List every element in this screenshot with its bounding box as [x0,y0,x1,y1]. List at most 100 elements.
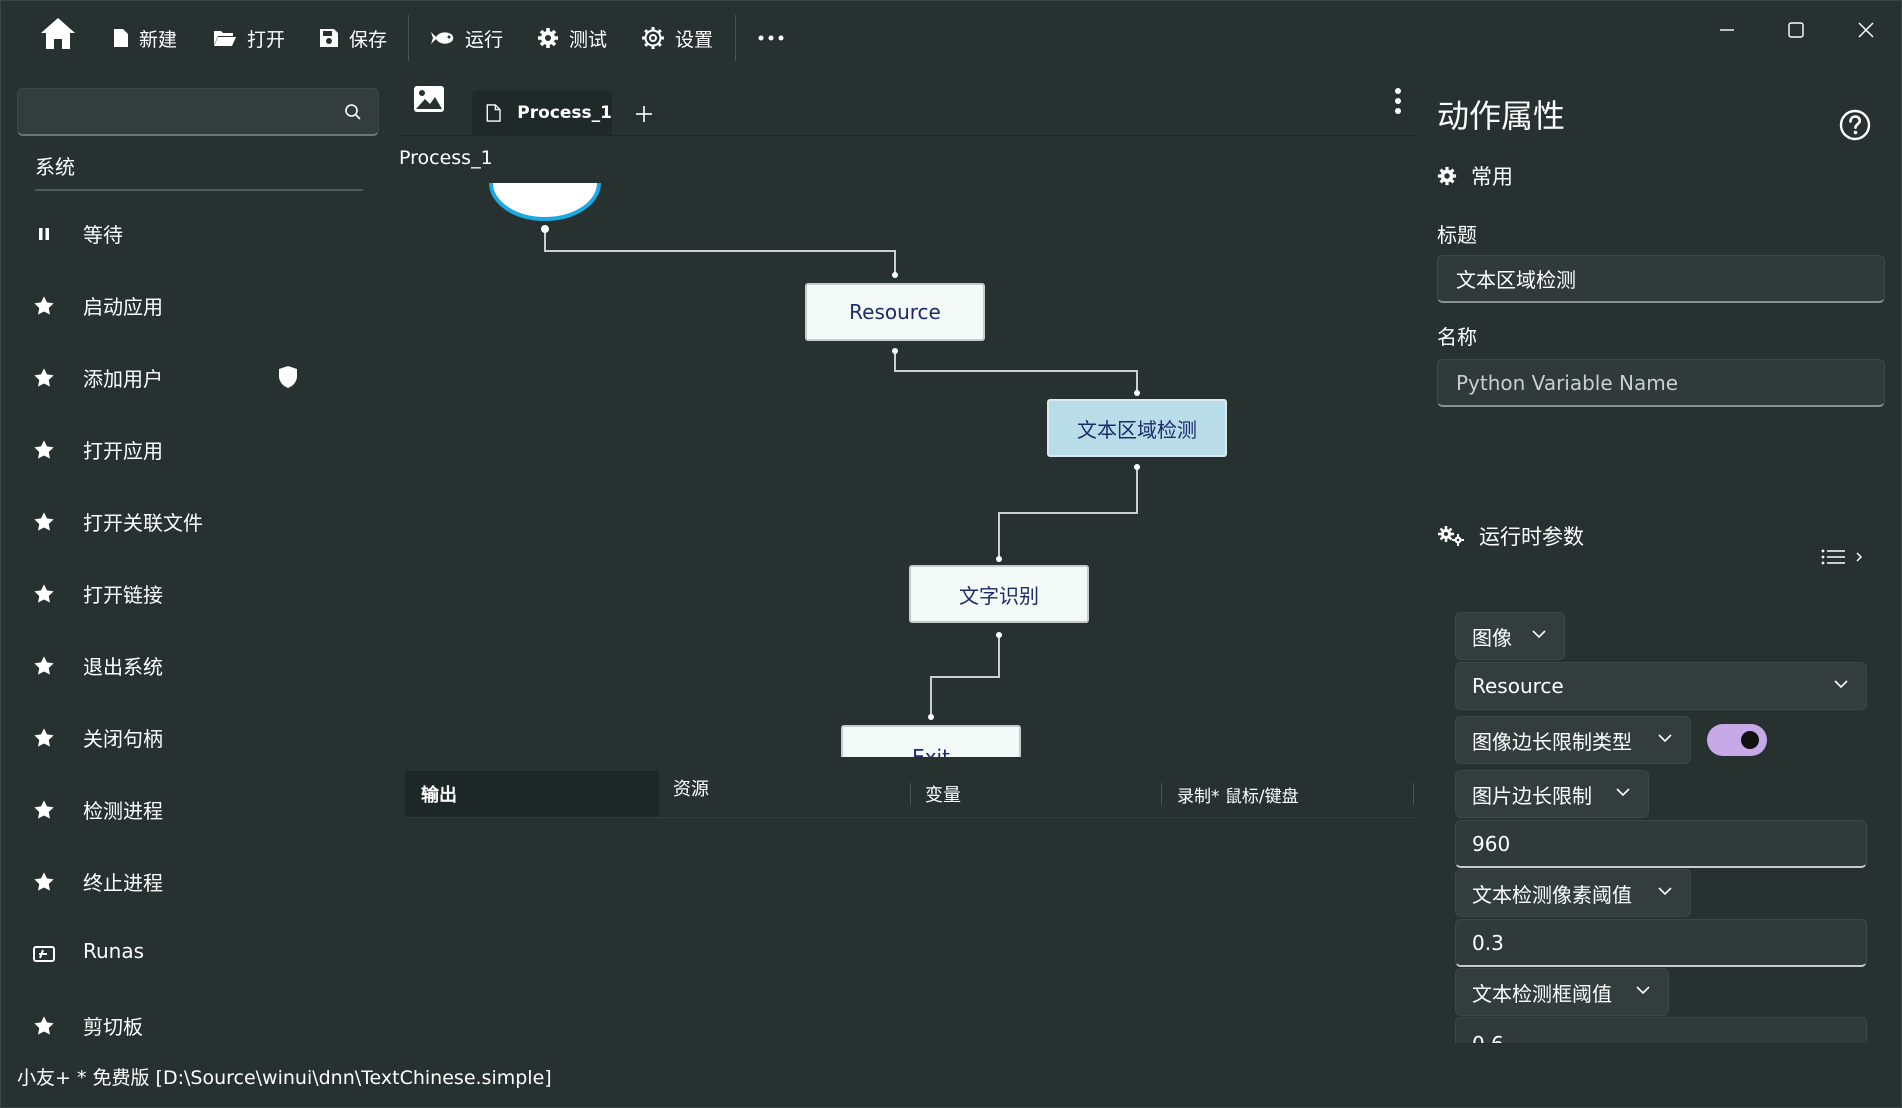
star-icon [31,437,57,463]
sidebar-section-title: 系统 [35,155,75,179]
flow-node-text-area-detect[interactable]: 文本区域检测 [1047,399,1227,457]
sidebar-item-terminate-process[interactable]: 终止进程 [1,851,381,911]
list-view-button[interactable] [1821,547,1865,571]
minimize-icon [1720,29,1734,31]
sidebar-item-add-user[interactable]: 添加用户 [1,347,381,407]
sidebar-item-label: 检测进程 [83,799,163,823]
resource-select[interactable]: Resource [1455,662,1867,710]
plus-icon [636,106,652,122]
minimize-button[interactable] [1710,13,1744,47]
tab-separator [910,783,911,805]
flow-node-text-recognition[interactable]: 文字识别 [909,565,1089,623]
edge-limit-type-toggle[interactable] [1707,724,1767,756]
sidebar-item-label: 打开应用 [83,439,163,463]
test-label: 测试 [569,28,608,51]
flow-node-resource[interactable]: Resource [805,283,985,341]
sidebar-item-label: 打开关联文件 [83,511,203,535]
sidebar-item-exit-system[interactable]: 退出系统 [1,635,381,695]
sidebar-item-open-associated-file[interactable]: 打开关联文件 [1,491,381,551]
connector-start-resource [544,229,896,275]
pause-icon [31,221,57,247]
box-threshold-label: 文本检测框阈值 [1472,981,1612,1006]
star-icon [31,725,57,751]
sidebar-item-detect-process[interactable]: 检测进程 [1,779,381,839]
toggle-knob [1741,731,1759,749]
image-icon [414,86,444,112]
sidebar-item-clipboard[interactable]: 剪切板 [1,995,381,1055]
edge-limit-type-dropdown[interactable]: 图像边长限制类型 [1455,716,1691,764]
sidebar-item-label: 添加用户 [83,367,163,391]
edge-limit-input[interactable]: 960 [1455,820,1867,868]
open-button[interactable]: 打开 [213,21,285,55]
resource-select-value: Resource [1472,674,1564,698]
name-field[interactable]: Python Variable Name [1437,359,1885,407]
flow-canvas[interactable]: Resource 文本区域检测 文字识别 Exit [399,183,1417,757]
cogs-icon [1438,526,1464,546]
tab-record[interactable]: 录制* 鼠标/键盘 [1177,771,1407,817]
start-node[interactable] [489,183,601,221]
home-icon [41,18,75,49]
status-bar: 小友+ * 免费版 [D:\Source\winui\dnn\TextChine… [17,1067,552,1089]
more-button[interactable] [757,21,785,55]
help-icon [1839,109,1871,141]
tab-resources[interactable]: 资源 [673,765,893,811]
panel-title: 动作属性 [1437,97,1566,135]
tab-process-1[interactable]: Process_1 [472,90,612,136]
sidebar-item-close-handle[interactable]: 关闭句柄 [1,707,381,767]
sidebar-item-launch-app[interactable]: 启动应用 [1,275,381,335]
open-label: 打开 [247,28,286,51]
new-button[interactable]: 新建 [113,21,177,55]
sidebar-item-label: 剪切板 [83,1015,143,1039]
chevron-down-icon [1616,788,1630,797]
shield-icon [277,365,299,393]
flow-node-exit[interactable]: Exit [841,725,1021,757]
image-dropdown[interactable]: 图像 [1455,612,1565,660]
home-button[interactable] [39,17,77,51]
save-button[interactable]: 保存 [319,21,387,55]
sidebar-item-open-app[interactable]: 打开应用 [1,419,381,479]
new-file-icon [114,29,128,47]
search-input[interactable] [28,97,332,127]
sidebar-item-runas[interactable]: Runas [1,923,381,983]
maximize-button[interactable] [1779,13,1813,47]
pixel-threshold-input[interactable]: 0.3 [1455,919,1867,967]
box-threshold-clip: 0.6 [1455,1017,1867,1043]
star-icon [31,869,57,895]
sidebar-item-wait[interactable]: 等待 [1,203,381,263]
common-section-label: 常用 [1471,165,1513,189]
port-dot [996,556,1002,562]
search-box[interactable] [17,88,379,136]
tab-strip-divider [399,135,1417,136]
sidebar-item-open-link[interactable]: 打开链接 [1,563,381,623]
folder-open-icon [214,31,236,46]
box-threshold-dropdown[interactable]: 文本检测框阈值 [1455,968,1669,1016]
settings-button[interactable]: 设置 [641,21,713,55]
more-vertical-button[interactable] [1393,87,1403,121]
edge-limit-dropdown[interactable]: 图片边长限制 [1455,770,1649,818]
sidebar-item-label: 启动应用 [83,295,163,319]
add-tab-button[interactable] [635,97,653,130]
test-button[interactable]: 测试 [537,21,607,55]
document-icon [486,104,501,122]
close-button[interactable] [1849,13,1883,47]
title-field[interactable]: 文本区域检测 [1437,255,1885,303]
connector-ocr-exit [930,635,1000,717]
image-button[interactable] [413,85,453,125]
help-button[interactable] [1839,109,1871,145]
more-vertical-icon [1395,88,1401,114]
connector-resource-text-area [894,351,1138,393]
pixel-threshold-dropdown[interactable]: 文本检测像素阈值 [1455,869,1691,917]
star-icon [31,365,57,391]
search-icon[interactable] [344,103,362,121]
tab-variables[interactable]: 变量 [925,771,1145,817]
output-divider [405,817,1417,818]
sidebar-item-label: Runas [83,939,145,963]
box-threshold-input[interactable]: 0.6 [1455,1017,1867,1043]
run-button[interactable]: 运行 [429,21,503,55]
tab-output[interactable]: 输出 [405,771,659,817]
star-icon [31,1013,57,1039]
cog-filled-icon [538,28,558,48]
runtime-section-label: 运行时参数 [1479,525,1584,549]
settings-label: 设置 [675,28,714,51]
name-label: 名称 [1437,325,1477,349]
